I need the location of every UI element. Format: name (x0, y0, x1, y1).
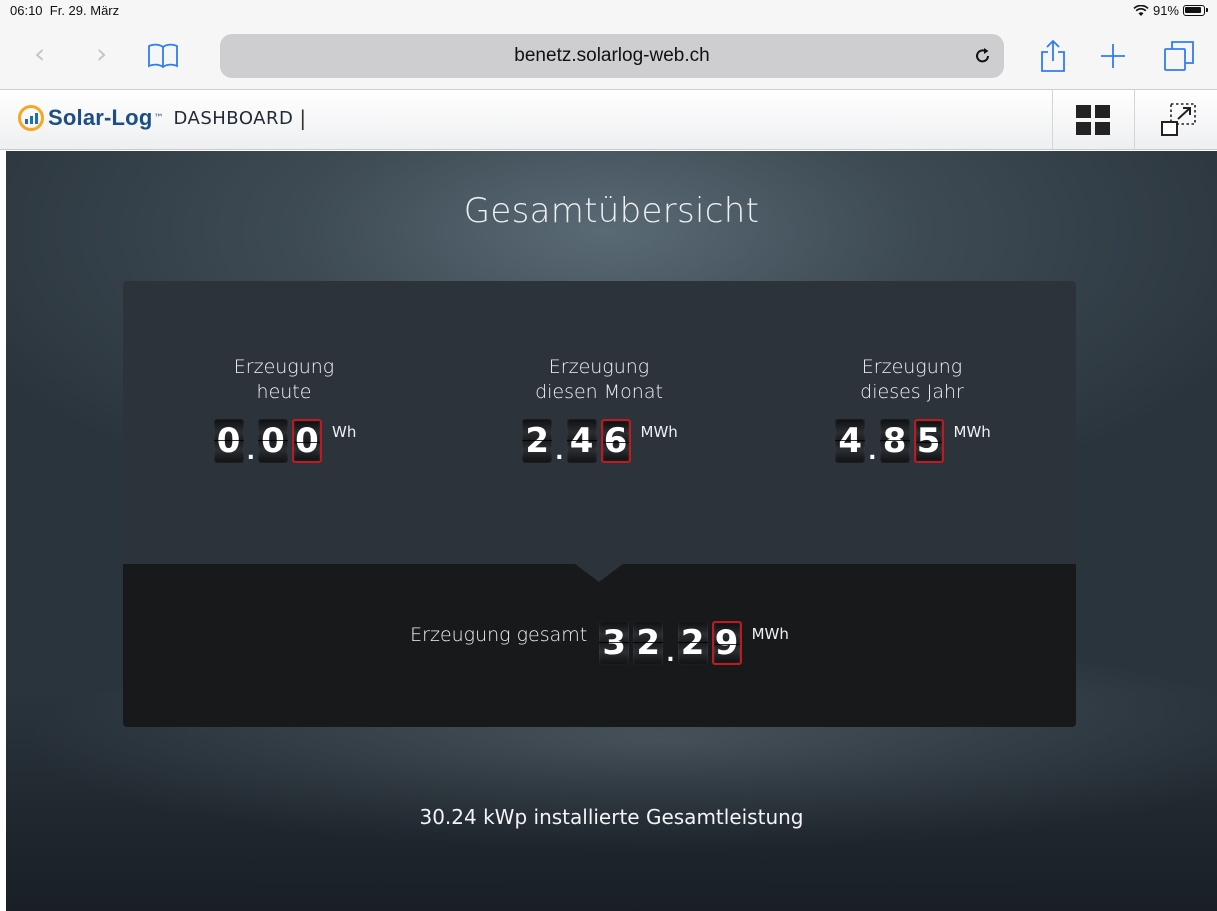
counter-digit: 8 (879, 419, 910, 463)
logo-text: Solar-Log (48, 105, 153, 130)
counter-digit-highlight: 6 (600, 419, 631, 463)
status-time: 06:10 Fr. 29. März (10, 3, 119, 18)
forward-icon[interactable]: › (96, 34, 107, 74)
counter-digit-highlight: 0 (292, 419, 322, 463)
counter-digit: 3 (599, 621, 630, 665)
share-icon[interactable] (1036, 38, 1070, 74)
logo-bars-icon (18, 105, 44, 131)
digit-counter: 4 . 8 5 MWh (782, 413, 1042, 465)
stat-label: Erzeugung diesen Monat (535, 356, 663, 403)
unit-label: Wh (332, 423, 357, 441)
production-panel: Erzeugung heute 0 . 0 0 Wh Erzeugung die… (123, 281, 1076, 727)
counter-digit: 4 (835, 419, 866, 463)
logo-trademark: ™ (153, 112, 164, 124)
counter-digit: 2 (677, 621, 708, 665)
date: Fr. 29. März (49, 3, 120, 18)
solar-log-logo[interactable]: Solar-Log ™ DASHBOARD | (18, 105, 306, 131)
total-label: Erzeugung gesamt (410, 624, 588, 646)
decimal-point: . (666, 642, 675, 667)
counter-digit-highlight: 9 (711, 621, 742, 665)
installed-capacity: 30.24 kWp installierte Gesamtleistung (419, 805, 804, 829)
dashboard-main: Gesamtübersicht Erzeugung heute 0 . 0 0 … (6, 151, 1217, 911)
expand-icon (1161, 103, 1196, 136)
unit-label: MWh (953, 423, 991, 441)
page-title: Gesamtübersicht (463, 191, 760, 231)
digit-counter: 0 . 0 0 Wh (154, 413, 414, 465)
stat-month: Erzeugung diesen Monat 2 . 4 6 MWh (469, 355, 729, 465)
stat-label: Erzeugung dieses Jahr (860, 356, 964, 403)
panel-notch (575, 564, 623, 582)
wifi-icon (1133, 4, 1149, 16)
counter-digit: 0 (213, 419, 244, 463)
decimal-point: . (555, 440, 564, 465)
stat-today: Erzeugung heute 0 . 0 0 Wh (154, 355, 414, 465)
counter-digit-highlight: 5 (913, 419, 944, 463)
unit-label: MWh (751, 625, 789, 643)
reload-icon[interactable] (973, 46, 993, 66)
app-header: Solar-Log ™ DASHBOARD | (0, 90, 1217, 150)
counter-digit: 4 (566, 419, 597, 463)
clock: 06:10 (10, 3, 43, 18)
stat-total: Erzeugung gesamt 3 2 . 2 9 MWh (123, 615, 1076, 667)
decimal-point: . (868, 440, 877, 465)
bookmarks-icon[interactable] (147, 42, 179, 68)
title-separator: | (299, 106, 307, 130)
tabs-icon[interactable] (1162, 38, 1196, 74)
new-tab-icon[interactable] (1096, 38, 1130, 74)
status-indicators: 91% (1133, 3, 1208, 18)
battery-icon (1183, 5, 1208, 16)
back-icon[interactable]: ‹ (34, 34, 45, 74)
grid-icon (1076, 105, 1110, 135)
counter-digit: 0 (258, 419, 288, 463)
decimal-point: . (246, 440, 255, 465)
tile-view-button[interactable] (1052, 90, 1134, 150)
counter-digit: 2 (522, 419, 553, 463)
battery-percent: 91% (1152, 3, 1179, 18)
browser-toolbar: ‹ › benetz.solarlog-web.ch (0, 22, 1217, 90)
counter-digit: 2 (633, 621, 664, 665)
digit-counter: 3 2 . 2 9 MWh (597, 615, 789, 667)
fullscreen-button[interactable] (1134, 90, 1216, 150)
status-bar: 06:10 Fr. 29. März 91% (0, 0, 1217, 22)
unit-label: MWh (640, 423, 678, 441)
stat-label: Erzeugung heute (233, 356, 335, 403)
period-stats: Erzeugung heute 0 . 0 0 Wh Erzeugung die… (123, 281, 1076, 564)
section-title: DASHBOARD (173, 107, 294, 129)
url-text[interactable]: benetz.solarlog-web.ch (220, 34, 1004, 78)
digit-counter: 2 . 4 6 MWh (469, 413, 729, 465)
stat-year: Erzeugung dieses Jahr 4 . 8 5 MWh (782, 355, 1042, 465)
